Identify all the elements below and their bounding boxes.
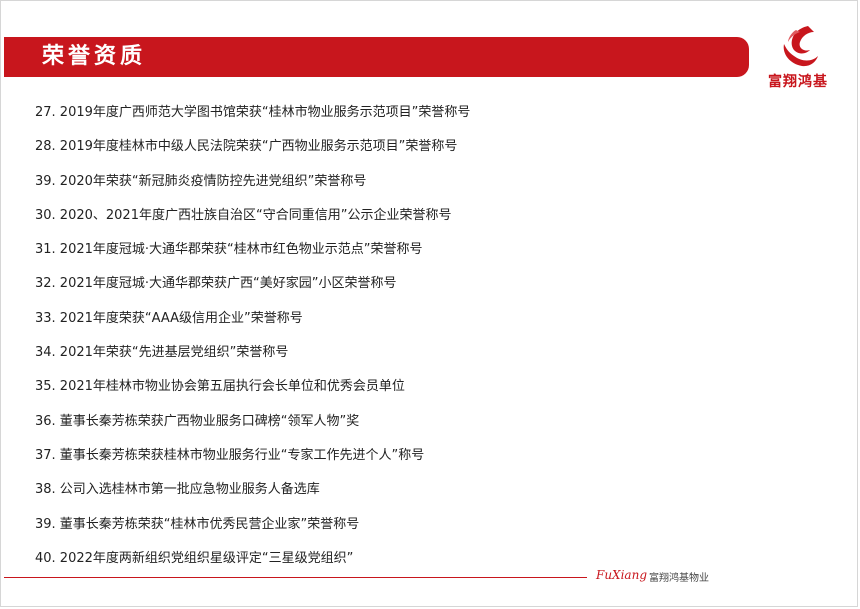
list-item: 39. 2020年荣获“新冠肺炎疫情防控先进党组织”荣誉称号 xyxy=(35,173,367,189)
footer-brand: FuXiang xyxy=(596,568,647,582)
company-logo: 富翔鸿基 xyxy=(758,24,838,94)
list-item: 39. 董事长秦芳栋荣获“桂林市优秀民营企业家”荣誉称号 xyxy=(35,516,360,532)
logo-text: 富翔鸿基 xyxy=(768,74,828,90)
list-item: 34. 2021年荣获“先进基层党组织”荣誉称号 xyxy=(35,345,289,361)
footer-company-name: 富翔鸿基物业 xyxy=(649,573,709,584)
list-item: 27. 2019年度广西师范大学图书馆荣获“桂林市物业服务示范项目”荣誉称号 xyxy=(35,105,471,120)
footer-divider xyxy=(4,577,587,578)
list-item: 40. 2022年度两新组织党组织星级评定“三星级党组织” xyxy=(35,550,354,566)
list-item: 33. 2021年度荣获“AAA级信用企业”荣誉称号 xyxy=(35,310,303,326)
list-item: 37. 董事长秦芳栋荣获桂林市物业服务行业“专家工作先进个人”称号 xyxy=(35,447,425,463)
honors-list: 27. 2019年度广西师范大学图书馆荣获“桂林市物业服务示范项目”荣誉称号 2… xyxy=(35,96,470,576)
list-item: 28. 2019年度桂林市中级人民法院荣获“广西物业服务示范项目”荣誉称号 xyxy=(35,139,458,155)
list-item: 30. 2020、2021年度广西壮族自治区“守合同重信用”公示企业荣誉称号 xyxy=(35,207,452,223)
phoenix-logo-icon xyxy=(783,26,818,67)
list-item: 32. 2021年度冠城·大通华郡荣获广西“美好家园”小区荣誉称号 xyxy=(35,276,397,292)
header-bar: 荣誉资质 xyxy=(4,37,749,77)
page-title: 荣誉资质 xyxy=(42,44,147,69)
list-item: 31. 2021年度冠城·大通华郡荣获“桂林市红色物业示范点”荣誉称号 xyxy=(35,242,423,258)
list-item: 35. 2021年桂林市物业协会第五届执行会长单位和优秀会员单位 xyxy=(35,379,405,395)
list-item: 38. 公司入选桂林市第一批应急物业服务人备选库 xyxy=(35,482,320,498)
list-item: 36. 董事长秦芳栋荣获广西物业服务口碑榜“领军人物”奖 xyxy=(35,413,360,429)
